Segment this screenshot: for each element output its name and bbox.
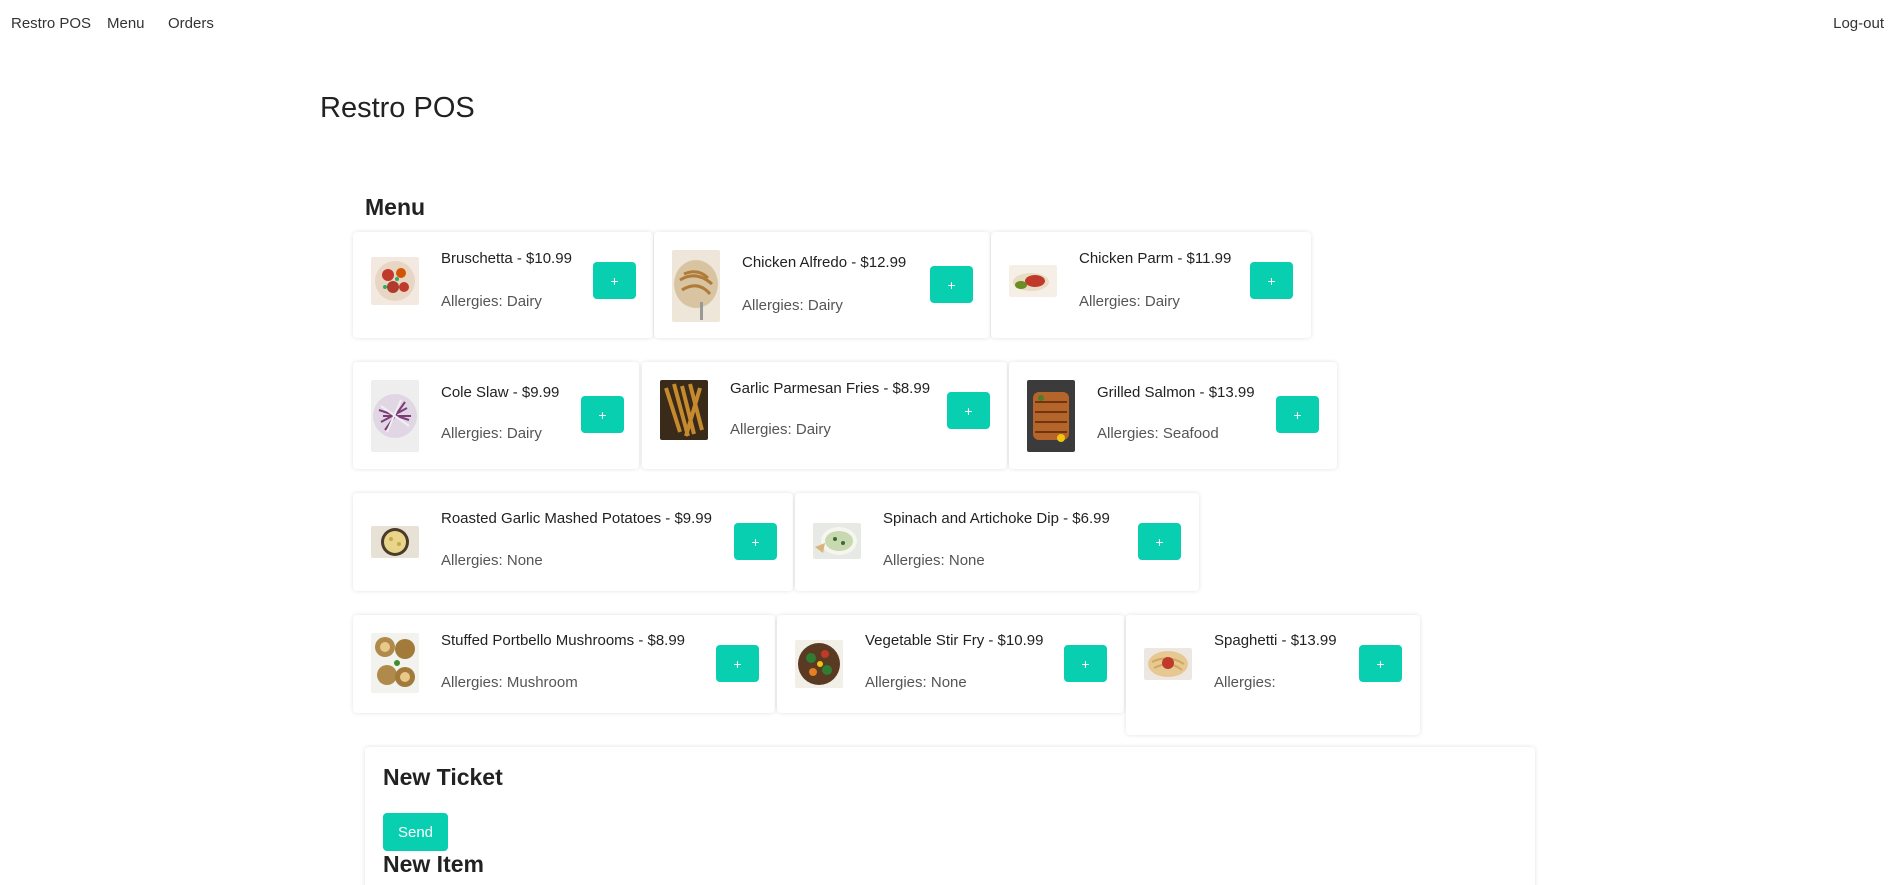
menu-item-title: Chicken Alfredo - $12.99 — [742, 254, 907, 271]
menu-item-title: Chicken Parm - $11.99 — [1079, 250, 1232, 267]
menu-card-bruschetta: Bruschetta - $10.99 Allergies: Dairy + — [353, 232, 653, 338]
menu-card-vegetable-stir-fry: Vegetable Stir Fry - $10.99 Allergies: N… — [777, 615, 1124, 713]
nav-menu-link[interactable]: Menu — [107, 15, 145, 32]
add-chicken-parm-button[interactable]: + — [1250, 262, 1293, 299]
menu-card-stuffed-mushrooms: Stuffed Portbello Mushrooms - $8.99 Alle… — [353, 615, 775, 713]
menu-item-allergy: Allergies: Dairy — [742, 297, 843, 314]
menu-item-allergy: Allergies: — [1214, 674, 1276, 691]
spinach-dip-image — [813, 523, 861, 559]
page-title: Restro POS — [320, 92, 475, 124]
spaghetti-image — [1144, 648, 1192, 680]
add-vegetable-stir-fry-button[interactable]: + — [1064, 645, 1107, 682]
mushrooms-image — [371, 633, 419, 693]
menu-item-allergy: Allergies: None — [883, 552, 985, 569]
add-bruschetta-button[interactable]: + — [593, 262, 636, 299]
new-ticket-title: New Ticket — [383, 764, 503, 790]
add-spinach-dip-button[interactable]: + — [1138, 523, 1181, 560]
new-item-title: New Item — [383, 851, 484, 877]
add-stuffed-mushrooms-button[interactable]: + — [716, 645, 759, 682]
menu-item-allergy: Allergies: Dairy — [441, 425, 542, 442]
menu-card-grilled-salmon: Grilled Salmon - $13.99 Allergies: Seafo… — [1009, 362, 1337, 469]
menu-card-chicken-parm: Chicken Parm - $11.99 Allergies: Dairy + — [991, 232, 1311, 338]
menu-card-spinach-dip: Spinach and Artichoke Dip - $6.99 Allerg… — [795, 493, 1199, 591]
menu-card-garlic-parmesan-fries: Garlic Parmesan Fries - $8.99 Allergies:… — [642, 362, 1007, 469]
chicken-parm-image — [1009, 265, 1057, 297]
add-spaghetti-button[interactable]: + — [1359, 645, 1402, 682]
menu-item-allergy: Allergies: None — [441, 552, 543, 569]
menu-item-title: Spaghetti - $13.99 — [1214, 632, 1337, 649]
cole-slaw-image — [371, 380, 419, 452]
menu-item-allergy: Allergies: Dairy — [730, 421, 831, 438]
add-grilled-salmon-button[interactable]: + — [1276, 396, 1319, 433]
send-button[interactable]: Send — [383, 813, 448, 851]
stir-fry-image — [795, 640, 843, 688]
chicken-alfredo-image — [672, 250, 720, 322]
menu-item-title: Garlic Parmesan Fries - $8.99 — [730, 380, 931, 397]
salmon-image — [1027, 380, 1075, 452]
menu-item-title: Grilled Salmon - $13.99 — [1097, 384, 1255, 401]
new-ticket-panel: New Ticket Send New Item — [365, 747, 1535, 885]
menu-item-title: Spinach and Artichoke Dip - $6.99 — [883, 510, 1110, 527]
menu-item-allergy: Allergies: Seafood — [1097, 425, 1219, 442]
top-navbar: Restro POS Menu Orders Log-out — [0, 0, 1895, 50]
menu-item-title: Bruschetta - $10.99 — [441, 250, 572, 267]
menu-item-title: Stuffed Portbello Mushrooms - $8.99 — [441, 632, 686, 649]
fries-image — [660, 380, 708, 440]
nav-brand-link[interactable]: Restro POS — [11, 15, 91, 32]
menu-item-allergy: Allergies: Dairy — [1079, 293, 1180, 310]
nav-orders-link[interactable]: Orders — [168, 15, 214, 32]
menu-card-cole-slaw: Cole Slaw - $9.99 Allergies: Dairy + — [353, 362, 639, 469]
menu-item-title: Roasted Garlic Mashed Potatoes - $9.99 — [441, 510, 712, 527]
menu-item-allergy: Allergies: Dairy — [441, 293, 542, 310]
add-cole-slaw-button[interactable]: + — [581, 396, 624, 433]
add-chicken-alfredo-button[interactable]: + — [930, 266, 973, 303]
menu-heading: Menu — [365, 194, 426, 220]
mashed-potatoes-image — [371, 526, 419, 558]
menu-item-title: Cole Slaw - $9.99 — [441, 384, 560, 401]
menu-card-mashed-potatoes: Roasted Garlic Mashed Potatoes - $9.99 A… — [353, 493, 793, 591]
menu-card-spaghetti: Spaghetti - $13.99 Allergies: + — [1126, 615, 1420, 735]
add-mashed-potatoes-button[interactable]: + — [734, 523, 777, 560]
nav-logout-link[interactable]: Log-out — [1833, 15, 1884, 32]
add-fries-button[interactable]: + — [947, 392, 990, 429]
menu-item-allergy: Allergies: Mushroom — [441, 674, 578, 691]
menu-item-allergy: Allergies: None — [865, 674, 967, 691]
bruschetta-image — [371, 257, 419, 305]
menu-item-title: Vegetable Stir Fry - $10.99 — [865, 632, 1044, 649]
menu-card-chicken-alfredo: Chicken Alfredo - $12.99 Allergies: Dair… — [654, 232, 990, 338]
